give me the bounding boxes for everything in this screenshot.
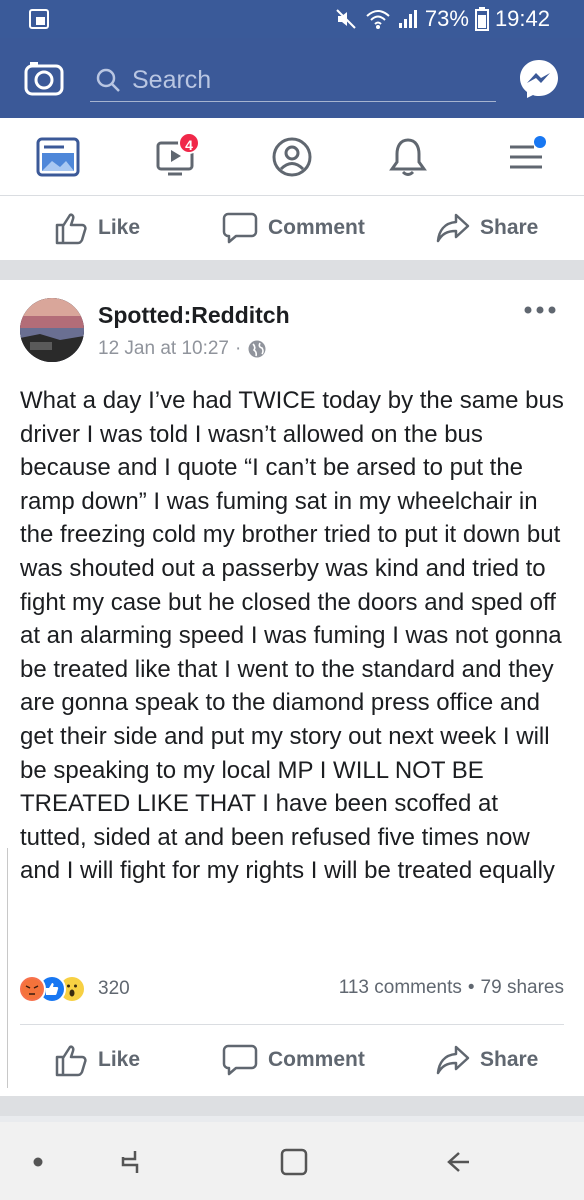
battery-percent: 73%	[424, 6, 469, 31]
status-bar: 73% 19:42	[0, 0, 584, 38]
post-comment-button[interactable]: Comment	[222, 1038, 365, 1082]
comment-label: Comment	[268, 216, 365, 239]
post-meta: 12 Jan at 10:27 ·	[98, 338, 267, 360]
page-name[interactable]: Spotted:Redditch	[98, 302, 290, 329]
share-count[interactable]: 79 shares	[481, 977, 564, 999]
signal-icon	[398, 10, 417, 28]
share-icon	[436, 213, 470, 243]
wifi-icon	[366, 10, 390, 29]
post-card: Spotted:Redditch 12 Jan at 10:27 · What …	[0, 280, 584, 1096]
search-bar[interactable]	[90, 60, 496, 102]
comment-icon	[222, 1044, 258, 1076]
recents-icon[interactable]	[110, 1142, 150, 1182]
tab-notifications[interactable]	[378, 132, 438, 182]
share-button[interactable]: Share	[436, 206, 538, 250]
tab-menu[interactable]	[496, 132, 556, 182]
home-icon[interactable]	[274, 1142, 314, 1182]
meta-separator: ·	[235, 338, 242, 359]
battery-icon	[474, 7, 489, 31]
notification-badge: 4	[178, 132, 200, 154]
like-label: Like	[98, 1048, 141, 1071]
like-label: Like	[98, 216, 141, 239]
menu-dot	[534, 136, 546, 148]
previous-post-actions: Like Comment Share	[0, 196, 584, 260]
comment-count[interactable]: 113 comments	[339, 977, 462, 999]
post-timestamp[interactable]: 12 Jan at 10:27	[98, 338, 229, 360]
post-share-button[interactable]: Share	[436, 1038, 538, 1082]
stats-separator: •	[467, 977, 475, 998]
avatar-image	[20, 298, 84, 362]
tab-bar: 4	[0, 118, 584, 196]
system-nav-bar	[0, 1122, 584, 1200]
feed-separator	[0, 1096, 584, 1116]
post-body: What a day I’ve had TWICE today by the s…	[20, 387, 564, 885]
post-stats: 113 comments • 79 shares	[339, 977, 564, 999]
recent-apps-dot[interactable]	[18, 1142, 58, 1182]
tab-profile[interactable]	[262, 132, 322, 182]
divider	[20, 1024, 564, 1025]
more-options-icon[interactable]	[520, 298, 560, 322]
like-button[interactable]: Like	[54, 206, 140, 250]
share-label: Share	[480, 216, 539, 239]
status-icons: 73% 19:42	[335, 6, 550, 32]
clock: 19:42	[494, 6, 550, 31]
post-actions: Like Comment Share	[0, 1028, 584, 1092]
app-bar	[0, 38, 584, 118]
mute-icon	[336, 9, 356, 29]
page-avatar[interactable]	[20, 298, 84, 362]
share-icon	[436, 1045, 470, 1075]
camera-icon[interactable]	[24, 58, 64, 98]
scroll-edge	[0, 848, 8, 1088]
share-label: Share	[480, 1048, 539, 1071]
globe-icon	[248, 340, 266, 358]
messenger-icon[interactable]	[518, 58, 560, 100]
post-like-button[interactable]: Like	[54, 1038, 140, 1082]
gallery-notification-icon	[29, 9, 49, 29]
reaction-count: 320	[98, 978, 130, 999]
notifications-icon	[389, 138, 427, 176]
comment-label: Comment	[268, 1048, 365, 1071]
comment-icon	[222, 212, 258, 244]
tab-watch[interactable]: 4	[146, 132, 206, 182]
tab-news-feed[interactable]	[28, 132, 88, 182]
back-icon[interactable]	[438, 1142, 478, 1182]
profile-icon	[272, 137, 312, 177]
comment-button[interactable]: Comment	[222, 206, 365, 250]
thumbs-up-icon	[55, 1045, 87, 1077]
angry-reaction-icon	[18, 975, 46, 1003]
news-feed-icon	[36, 137, 80, 177]
search-input[interactable]	[132, 62, 482, 98]
feed-separator	[0, 260, 584, 280]
reactions-summary[interactable]: 320	[18, 974, 130, 1004]
thumbs-up-icon	[55, 213, 87, 245]
search-icon	[96, 68, 120, 92]
